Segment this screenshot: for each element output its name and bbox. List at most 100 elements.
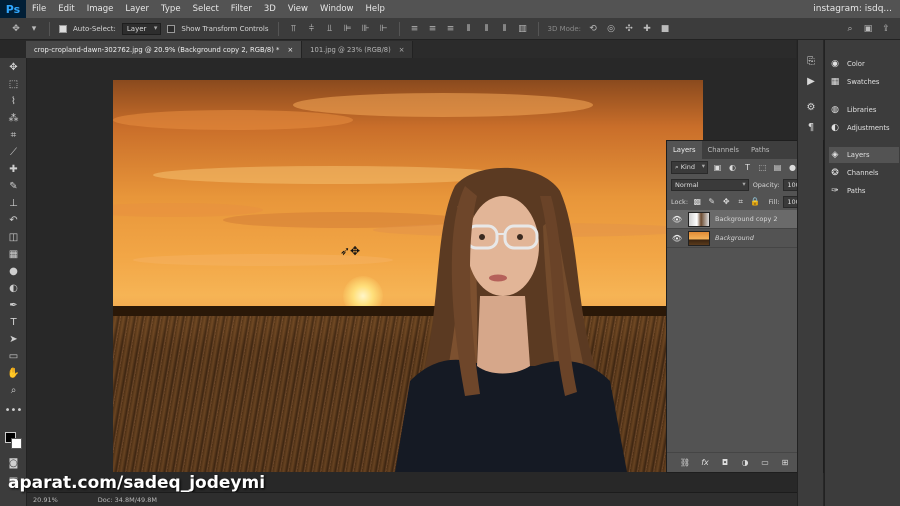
history-brush-icon[interactable]: ↶ [4,213,23,228]
play-icon[interactable]: ▶ [804,76,818,90]
tab-layers[interactable]: Layers [667,141,702,159]
distribute-right-icon[interactable]: ⦀ [499,24,511,34]
menu-layer[interactable]: Layer [119,4,155,14]
align-right-icon[interactable]: ⊩ [378,24,390,34]
new-layer-icon[interactable]: ⊞ [780,458,791,467]
document-canvas[interactable] [113,80,703,472]
menu-file[interactable]: File [26,4,52,14]
quick-mask-icon[interactable]: ◙ [4,456,23,471]
align-hcenter-icon[interactable]: ⊪ [360,24,372,34]
auto-select-dropdown[interactable]: Layer [121,22,162,35]
zoom-level[interactable]: 20.91% [33,496,58,504]
align-vcenter-icon[interactable]: ⫩ [306,24,318,34]
dodge-tool-icon[interactable]: ◐ [4,281,23,296]
align-bottom-icon[interactable]: ⫫ [324,24,336,34]
menu-edit[interactable]: Edit [52,4,80,14]
share-icon[interactable]: ⇪ [880,24,892,34]
filter-shape-icon[interactable]: ⬚ [757,163,768,172]
shape-tool-icon[interactable]: ▭ [4,349,23,364]
3d-pan-icon[interactable]: ✣ [623,24,635,34]
lock-position-icon[interactable]: ✥ [721,197,732,206]
pen-tool-icon[interactable]: ✒ [4,298,23,313]
distribute-hcenter-icon[interactable]: ⦀ [481,24,493,34]
crop-tool-icon[interactable]: ⌗ [4,128,23,143]
menu-type[interactable]: Type [155,4,187,14]
tab-crop-cropland[interactable]: crop-cropland-dawn-302762.jpg @ 20.9% (B… [26,41,303,58]
clone-stamp-icon[interactable]: ⊥ [4,196,23,211]
search-icon[interactable]: ⌕ [844,24,856,34]
adjustment-icon[interactable]: ◑ [740,458,751,467]
distribute-bottom-icon[interactable]: ≡ [445,24,457,34]
menu-window[interactable]: Window [314,4,360,14]
eye-icon[interactable]: 👁 [671,234,683,243]
mask-icon[interactable]: ◘ [720,458,731,467]
distribute-vcenter-icon[interactable]: ≡ [427,24,439,34]
panel-swatches[interactable]: ▦ Swatches [829,74,899,90]
menu-help[interactable]: Help [360,4,391,14]
lasso-tool-icon[interactable]: ⌇ [4,94,23,109]
eyedropper-tool-icon[interactable]: ⟋ [4,145,23,160]
align-left-icon[interactable]: ⊫ [342,24,354,34]
history-icon[interactable]: ⎘ [804,56,818,70]
tab-101[interactable]: 101.jpg @ 23% (RGB/8) × [302,41,414,58]
close-icon[interactable]: × [287,46,293,54]
filter-pixel-icon[interactable]: ▣ [712,163,723,172]
fx-icon[interactable]: fx [700,458,711,467]
more-tools-icon[interactable]: ••• [4,403,23,418]
panel-paths[interactable]: ✑ Paths [829,183,899,199]
lock-pixels-icon[interactable]: ✎ [707,197,718,206]
filter-kind-dropdown[interactable]: ⌕ Kind [671,161,709,174]
3d-orbit-icon[interactable]: ⟲ [587,24,599,34]
auto-align-icon[interactable]: ▥ [517,24,529,34]
tab-channels[interactable]: Channels [702,141,745,159]
panel-channels[interactable]: ❂ Channels [829,165,899,181]
distribute-left-icon[interactable]: ⦀ [463,24,475,34]
layer-name[interactable]: Background copy 2 [715,215,778,223]
properties-icon[interactable]: ⚙ [804,102,818,116]
gradient-tool-icon[interactable]: ▦ [4,247,23,262]
paragraph-icon[interactable]: ¶ [804,122,818,136]
menu-view[interactable]: View [282,4,314,14]
path-select-icon[interactable]: ➤ [4,332,23,347]
workspace-icon[interactable]: ▣ [862,24,874,34]
hand-tool-icon[interactable]: ✋ [4,366,23,381]
3d-camera-icon[interactable]: ■ [659,24,671,34]
chevron-down-icon[interactable]: ▾ [28,24,40,34]
eraser-tool-icon[interactable]: ◫ [4,230,23,245]
move-tool-icon[interactable]: ✥ [10,24,22,34]
menu-image[interactable]: Image [81,4,120,14]
lock-all-icon[interactable]: 🔒 [750,197,761,206]
eye-icon[interactable]: 👁 [671,215,683,224]
close-icon[interactable]: × [399,46,405,54]
tab-paths[interactable]: Paths [745,141,775,159]
move-tool-icon[interactable]: ✥ [4,60,23,75]
link-icon[interactable]: ⛓ [680,458,691,467]
show-transform-checkbox[interactable] [167,24,176,33]
layer-name[interactable]: Background [715,234,754,242]
auto-select-checkbox[interactable] [59,24,67,33]
menu-select[interactable]: Select [187,4,225,14]
align-top-icon[interactable]: ⫪ [288,24,300,34]
distribute-top-icon[interactable]: ≡ [409,24,421,34]
panel-layers[interactable]: ◈ Layers [829,147,899,163]
marquee-tool-icon[interactable]: ⬚ [4,77,23,92]
panel-color[interactable]: ◉ Color [829,56,899,72]
3d-slide-icon[interactable]: ✚ [641,24,653,34]
healing-brush-icon[interactable]: ✚ [4,162,23,177]
3d-roll-icon[interactable]: ◎ [605,24,617,34]
blur-tool-icon[interactable]: ● [4,264,23,279]
blend-mode-dropdown[interactable]: Normal [671,178,749,191]
panel-libraries[interactable]: ◍ Libraries [829,102,899,118]
panel-adjustments[interactable]: ◐ Adjustments [829,120,899,136]
filter-type-icon[interactable]: T [742,163,753,172]
filter-adjustment-icon[interactable]: ◐ [727,163,738,172]
folder-icon[interactable]: ▭ [760,458,771,467]
lock-artboard-icon[interactable]: ⌗ [736,197,747,207]
background-color-swatch[interactable] [11,438,22,449]
brush-tool-icon[interactable]: ✎ [4,179,23,194]
type-tool-icon[interactable]: T [4,315,23,330]
menu-3d[interactable]: 3D [258,4,282,14]
menu-filter[interactable]: Filter [225,4,258,14]
lock-transparent-icon[interactable]: ▩ [692,197,703,206]
filter-smart-icon[interactable]: ▤ [772,163,783,172]
